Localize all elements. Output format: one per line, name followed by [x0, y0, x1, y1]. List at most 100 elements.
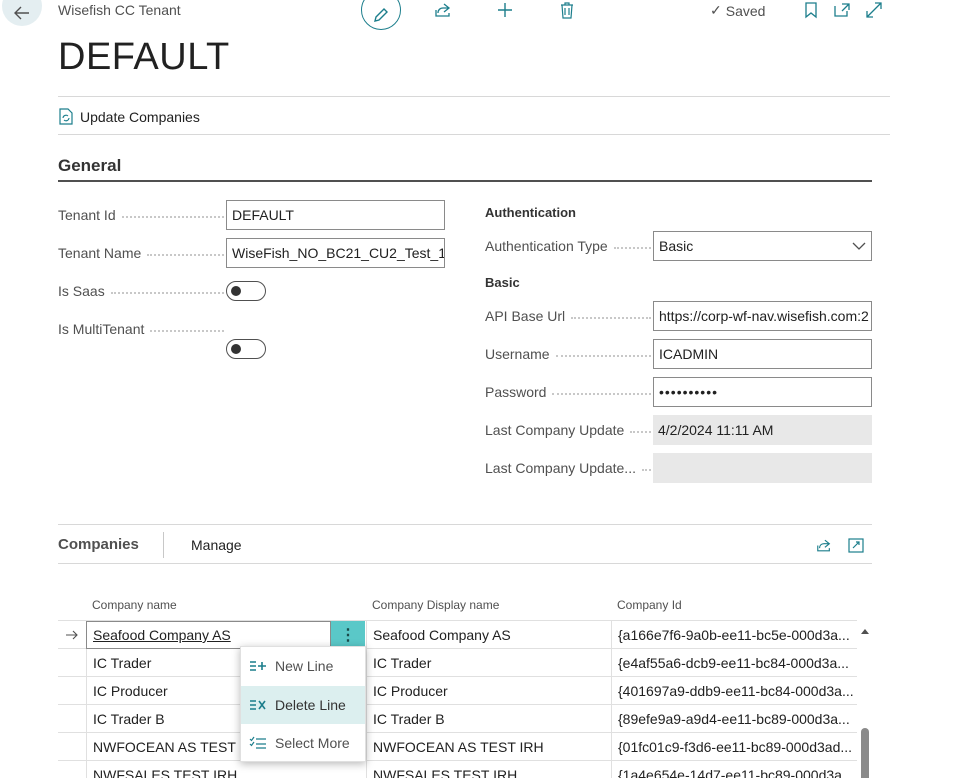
delete-button[interactable]: [556, 0, 578, 20]
is-multitenant-toggle[interactable]: [226, 339, 266, 359]
table-row[interactable]: NWFOCEAN AS TEST IRH NWFOCEAN AS TEST IR…: [58, 733, 857, 761]
edit-button[interactable]: [361, 0, 401, 30]
delete-line-menu-item[interactable]: Delete Line: [241, 686, 365, 724]
last-company-update-label: Last Company Update: [485, 421, 651, 439]
divider: [58, 96, 890, 97]
display-name-cell[interactable]: IC Producer: [366, 677, 611, 705]
company-id-cell[interactable]: {01fc01c9-f3d6-ee11-bc89-000d3ad...: [611, 733, 857, 761]
table-row[interactable]: IC Trader B IC Trader B {89efe9a9-a9d4-e…: [58, 705, 857, 733]
divider: [58, 563, 872, 564]
select-more-label: Select More: [275, 735, 350, 751]
select-more-menu-item[interactable]: Select More: [241, 724, 365, 762]
scrollbar-thumb[interactable]: [861, 728, 869, 778]
table-row[interactable]: IC Producer IC Producer {401697a9-ddb9-e…: [58, 677, 857, 705]
password-label: Password: [485, 383, 651, 401]
new-line-menu-item[interactable]: New Line: [241, 647, 365, 685]
new-line-icon: [250, 661, 266, 671]
display-name-cell[interactable]: NWFSALES TEST IRH: [366, 761, 611, 778]
is-saas-label: Is Saas: [58, 282, 224, 300]
select-more-icon: [249, 736, 266, 749]
table-row[interactable]: Seafood Company AS ⋮ Seafood Company AS …: [58, 621, 857, 649]
breadcrumb[interactable]: Wisefish CC Tenant: [58, 2, 181, 18]
username-field[interactable]: ICADMIN: [653, 339, 872, 369]
open-new-window-button[interactable]: [831, 0, 853, 20]
auth-type-value: Basic: [659, 238, 694, 254]
basic-heading: Basic: [485, 275, 520, 290]
saved-label: Saved: [725, 2, 766, 19]
row-context-menu: New Line Delete Line Select More: [240, 646, 366, 762]
column-header-company-name[interactable]: Company name: [92, 598, 177, 612]
row-indicator: [58, 733, 86, 761]
company-name-link[interactable]: Seafood Company AS: [93, 627, 231, 643]
general-section-title[interactable]: General: [58, 156, 121, 176]
column-header-display-name[interactable]: Company Display name: [372, 598, 499, 612]
page-title: DEFAULT: [58, 36, 230, 78]
company-id-cell[interactable]: {a166e7f6-9a0b-ee11-bc5e-000d3a...: [611, 621, 857, 649]
update-document-icon: [59, 108, 73, 125]
row-indicator: [58, 649, 86, 677]
update-companies-action[interactable]: Update Companies: [58, 108, 200, 125]
companies-share-button[interactable]: [813, 535, 835, 555]
arrow-left-icon: [14, 6, 29, 20]
company-id-cell[interactable]: {401697a9-ddb9-ee11-bc84-000d3a...: [611, 677, 857, 705]
last-company-update-2-label: Last Company Update...: [485, 459, 651, 477]
new-button[interactable]: [494, 0, 516, 20]
company-id-cell[interactable]: {89efe9a9-a9d4-ee11-bc89-000d3a...: [611, 705, 857, 733]
display-name-cell[interactable]: IC Trader B: [366, 705, 611, 733]
open-window-icon: [834, 3, 850, 17]
pencil-icon: [374, 8, 388, 22]
tenant-name-label: Tenant Name: [58, 244, 224, 262]
company-id-cell[interactable]: {e4af55a6-dcb9-ee11-bc84-000d3a...: [611, 649, 857, 677]
row-actions-button[interactable]: ⋮: [331, 621, 365, 649]
display-name-cell[interactable]: IC Trader: [366, 649, 611, 677]
expand-button[interactable]: [863, 0, 885, 20]
row-indicator: [58, 705, 86, 733]
column-header-company-id[interactable]: Company Id: [617, 598, 682, 612]
share-icon: [435, 3, 451, 17]
display-name-cell[interactable]: NWFOCEAN AS TEST IRH: [366, 733, 611, 761]
expand-part-icon: [848, 537, 864, 553]
chevron-down-icon: [852, 242, 866, 250]
section-rule: [58, 180, 872, 182]
delete-line-icon: [250, 700, 266, 710]
table-row[interactable]: NWFSALES TEST IRH NWFSALES TEST IRH {1a4…: [58, 761, 857, 778]
company-name-cell[interactable]: NWFSALES TEST IRH: [86, 761, 366, 778]
expand-icon: [866, 2, 882, 18]
row-indicator: [58, 677, 86, 705]
share-icon: [817, 539, 831, 551]
authentication-heading: Authentication: [485, 205, 576, 220]
tenant-id-label: Tenant Id: [58, 206, 224, 224]
saved-status: ✓ Saved: [710, 2, 765, 19]
table-row[interactable]: IC Trader IC Trader {e4af55a6-dcb9-ee11-…: [58, 649, 857, 677]
arrow-right-icon: [66, 630, 78, 640]
back-button[interactable]: [2, 0, 42, 26]
company-name-cell[interactable]: Seafood Company AS: [86, 621, 331, 649]
share-button[interactable]: [432, 0, 454, 20]
manage-menu[interactable]: Manage: [191, 537, 242, 553]
password-field[interactable]: ••••••••••: [653, 377, 872, 407]
divider: [58, 524, 872, 525]
companies-title[interactable]: Companies: [58, 536, 139, 553]
auth-type-label: Authentication Type: [485, 237, 651, 255]
api-base-url-label: API Base Url: [485, 307, 651, 325]
check-icon: ✓: [710, 2, 722, 18]
last-company-update-2-field: [653, 453, 872, 483]
is-saas-toggle[interactable]: [226, 281, 266, 301]
separator: [163, 532, 164, 558]
companies-expand-button[interactable]: [845, 535, 867, 555]
tenant-id-field[interactable]: DEFAULT: [226, 200, 445, 230]
new-line-label: New Line: [275, 658, 334, 674]
scroll-up-icon[interactable]: [859, 626, 871, 636]
row-indicator: [58, 621, 86, 649]
auth-type-select[interactable]: Basic: [653, 231, 872, 261]
companies-grid: Seafood Company AS ⋮ Seafood Company AS …: [58, 620, 857, 778]
is-multitenant-label: Is MultiTenant: [58, 320, 224, 338]
delete-line-label: Delete Line: [275, 697, 346, 713]
last-company-update-field: 4/2/2024 11:11 AM: [653, 415, 872, 445]
bookmark-button[interactable]: [800, 0, 822, 20]
api-base-url-field[interactable]: https://corp-wf-nav.wisefish.com:2: [653, 301, 872, 331]
divider: [58, 134, 890, 135]
company-id-cell[interactable]: {1a4e654e-14d7-ee11-bc89-000d3a...: [611, 761, 857, 778]
tenant-name-field[interactable]: WiseFish_NO_BC21_CU2_Test_161: [226, 238, 445, 268]
display-name-cell[interactable]: Seafood Company AS: [366, 621, 611, 649]
